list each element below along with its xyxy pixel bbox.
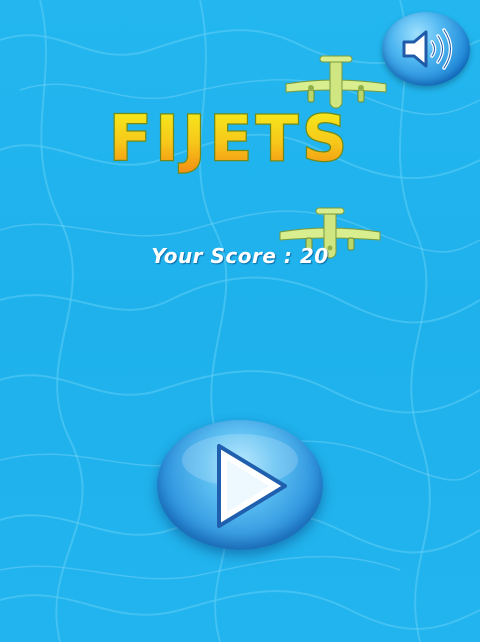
airplane-icon xyxy=(285,55,387,109)
game-title-logo: FIJETS xyxy=(108,104,351,176)
play-button[interactable] xyxy=(157,420,323,550)
speaker-icon xyxy=(402,28,453,70)
game-screen: FIJETS Your Score : 20 xyxy=(0,0,480,642)
play-icon xyxy=(182,434,298,528)
game-title: FIJETS xyxy=(109,104,351,175)
sound-toggle-button[interactable] xyxy=(382,12,470,86)
score-display: Your Score : 20 xyxy=(151,244,329,268)
